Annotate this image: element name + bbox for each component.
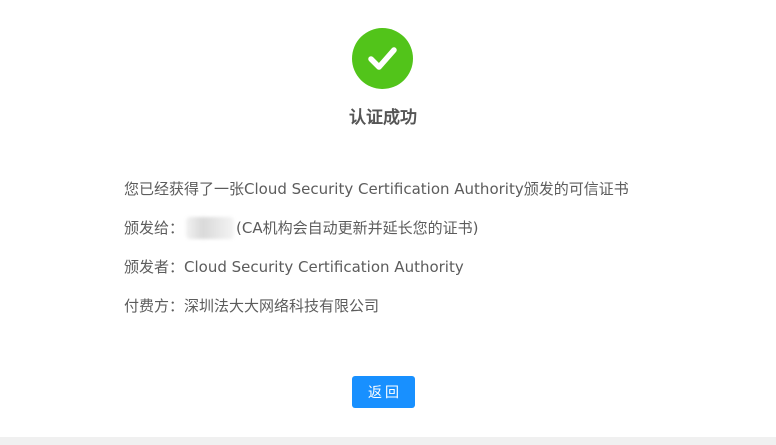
payer-row: 付费方：深圳法大大网络科技有限公司	[124, 293, 724, 332]
obtained-certificate-text: 您已经获得了一张Cloud Security Certification Aut…	[124, 179, 629, 198]
result-title: 认证成功	[349, 108, 417, 128]
success-check-icon	[352, 28, 413, 89]
issued-to-row: 颁发给： (CA机构会自动更新并延长您的证书)	[124, 215, 724, 254]
issued-to-label: 颁发给：	[124, 218, 185, 237]
redacted-name	[186, 216, 235, 239]
footer-divider	[0, 437, 776, 445]
check-mark-icon	[368, 47, 397, 70]
issuer-row: 颁发者：Cloud Security Certification Authori…	[124, 254, 724, 293]
issuer-label: 颁发者：	[124, 257, 185, 276]
back-button[interactable]: 返回	[352, 376, 415, 408]
result-page: 认证成功 您已经获得了一张Cloud Security Certificatio…	[0, 0, 776, 437]
payer-label: 付费方：	[124, 296, 185, 315]
certificate-info: 您已经获得了一张Cloud Security Certification Aut…	[124, 176, 724, 332]
issued-to-note: (CA机构会自动更新并延长您的证书)	[236, 218, 479, 237]
issuer-value: Cloud Security Certification Authority	[184, 257, 464, 276]
payer-value: 深圳法大大网络科技有限公司	[184, 296, 380, 315]
obtained-certificate-row: 您已经获得了一张Cloud Security Certification Aut…	[124, 176, 724, 215]
